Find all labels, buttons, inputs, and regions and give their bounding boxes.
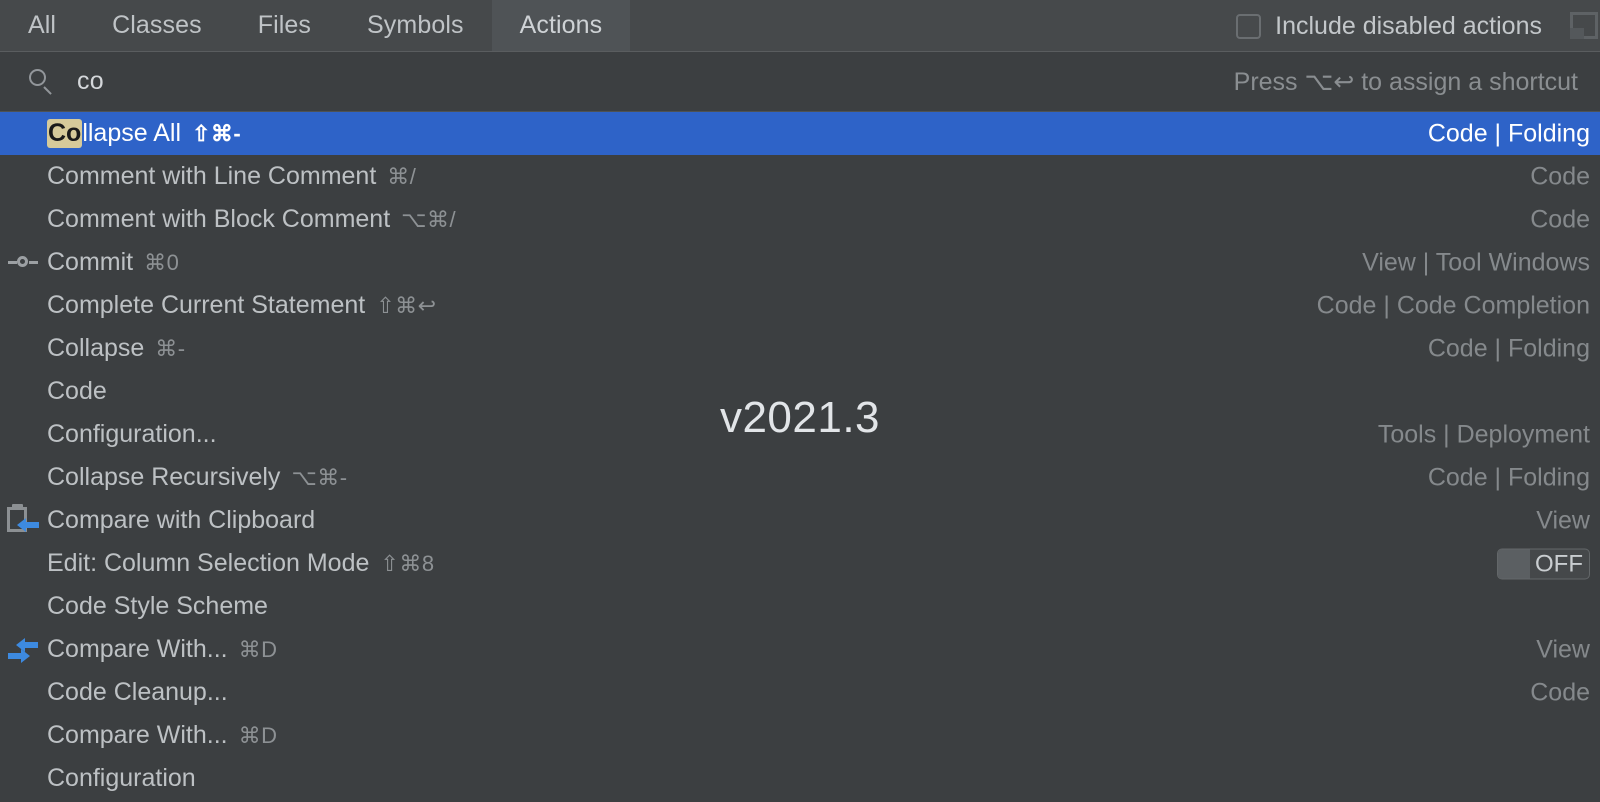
result-group-path: Code	[1530, 162, 1590, 190]
result-group-path: Code	[1530, 678, 1590, 706]
tab-all[interactable]: All	[0, 0, 84, 51]
result-label-text: Collapse Recursively	[47, 463, 281, 491]
result-label: Collapse Recursively ⌥⌘-	[47, 463, 348, 492]
result-label-text: Comment with Block Comment	[47, 205, 391, 233]
result-row[interactable]: Commit ⌘0 View | Tool Windows	[0, 241, 1600, 284]
commit-icon	[6, 248, 40, 278]
result-group-path: View	[1536, 635, 1590, 663]
result-label: Collapse ⌘-	[47, 334, 186, 363]
result-label: Compare With... ⌘D	[47, 721, 278, 750]
include-disabled-actions-checkbox[interactable]: Include disabled actions	[1236, 12, 1542, 41]
result-shortcut: ⌘D	[238, 637, 278, 662]
result-label-text: Compare With...	[47, 635, 228, 663]
result-row[interactable]: Edit: Column Selection Mode ⇧⌘8 OFF	[0, 542, 1600, 585]
tab-label: Actions	[519, 11, 603, 39]
result-label-text: Code Cleanup...	[47, 678, 228, 706]
result-shortcut: ⌘-	[155, 336, 186, 361]
result-row[interactable]: Collapse ⌘- Code | Folding	[0, 327, 1600, 370]
search-input[interactable]: co	[77, 67, 104, 96]
result-row[interactable]: Comment with Block Comment ⌥⌘/ Code	[0, 198, 1600, 241]
result-shortcut: ⌥⌘-	[291, 465, 348, 490]
result-shortcut: ⌘/	[387, 164, 417, 189]
result-row[interactable]: Code	[0, 370, 1600, 413]
result-group-path: View	[1536, 506, 1590, 534]
result-label: Comment with Line Comment ⌘/	[47, 162, 416, 191]
result-label-text: Compare With...	[47, 721, 228, 749]
result-label: Edit: Column Selection Mode ⇧⌘8	[47, 549, 435, 578]
tab-classes[interactable]: Classes	[84, 0, 230, 51]
tab-label: All	[28, 11, 57, 39]
tab-label: Classes	[112, 11, 202, 39]
tab-files[interactable]: Files	[230, 0, 339, 51]
result-label: Code	[47, 377, 107, 406]
include-disabled-actions-label: Include disabled actions	[1275, 11, 1542, 40]
search-bar[interactable]: co Press ⌥↩ to assign a shortcut	[0, 52, 1600, 112]
result-row[interactable]: Code Style Scheme	[0, 585, 1600, 628]
result-shortcut: ⇧⌘8	[380, 551, 435, 576]
toggle-state-label: OFF	[1535, 550, 1583, 577]
result-group-path: View | Tool Windows	[1362, 248, 1590, 276]
result-label-text: Commit	[47, 248, 134, 276]
tab-bar-actions: Include disabled actions	[1236, 0, 1600, 52]
match-highlight: Co	[47, 119, 83, 148]
result-group-path: Code | Folding	[1427, 119, 1590, 147]
result-shortcut: ⌘D	[238, 723, 278, 748]
result-label: Complete Current Statement ⇧⌘↩	[47, 291, 437, 320]
result-shortcut: ⌥⌘/	[401, 207, 457, 232]
result-row[interactable]: Configuration	[0, 757, 1600, 800]
result-group-path: Code | Folding	[1427, 463, 1590, 491]
result-label-text: Configuration	[47, 764, 196, 792]
tab-list: All Classes Files Symbols Actions	[0, 0, 631, 51]
toggle-knob	[1498, 549, 1530, 578]
result-row[interactable]: Comment with Line Comment ⌘/ Code	[0, 155, 1600, 198]
search-everywhere-popup: All Classes Files Symbols Actions Include di…	[0, 0, 1600, 802]
result-label-text: Code	[47, 377, 107, 405]
result-group-path: Code	[1530, 205, 1590, 233]
result-label-text: llapse All	[82, 119, 181, 147]
result-label-text: Complete Current Statement	[47, 291, 366, 319]
result-label-text: Edit: Column Selection Mode	[47, 549, 370, 577]
result-row[interactable]: Compare With... ⌘D View	[0, 628, 1600, 671]
tab-bar: All Classes Files Symbols Actions Include di…	[0, 0, 1600, 52]
result-shortcut: ⌘0	[144, 250, 180, 275]
result-label: Compare With... ⌘D	[47, 635, 278, 664]
tab-symbols[interactable]: Symbols	[339, 0, 492, 51]
checkbox-unchecked-icon[interactable]	[1236, 13, 1262, 39]
tab-actions[interactable]: Actions	[491, 0, 631, 51]
result-row[interactable]: Compare With... ⌘D	[0, 714, 1600, 757]
result-row[interactable]: Complete Current Statement ⇧⌘↩ Code | Code…	[0, 284, 1600, 327]
result-label-text: Configuration...	[47, 420, 217, 448]
result-group-path: Code | Code Completion	[1316, 291, 1590, 319]
result-toggle[interactable]: OFF	[1497, 548, 1590, 579]
result-label: Configuration	[47, 764, 196, 793]
result-label: Commit ⌘0	[47, 248, 179, 277]
result-label: Code Cleanup...	[47, 678, 228, 707]
result-label-text: Comment with Line Comment	[47, 162, 377, 190]
compare-with-clipboard-icon	[6, 503, 40, 536]
result-row[interactable]: Compare with Clipboard View	[0, 499, 1600, 542]
result-row[interactable]: Configuration... Tools | Deployment	[0, 413, 1600, 456]
result-label: Compare with Clipboard	[47, 506, 315, 535]
result-shortcut: ⇧⌘-	[192, 121, 242, 146]
result-group-path: Code | Folding	[1427, 334, 1590, 362]
result-label-text: Code Style Scheme	[47, 592, 268, 620]
result-row[interactable]: Code Cleanup... Code	[0, 671, 1600, 714]
result-row[interactable]: Co llapse All ⇧⌘- Code | Folding	[0, 112, 1600, 155]
results-list[interactable]: Co llapse All ⇧⌘- Code | Folding Comment wit…	[0, 112, 1600, 802]
result-label: Configuration...	[47, 420, 217, 449]
result-label-text: Compare with Clipboard	[47, 506, 316, 534]
shortcut-assign-hint: Press ⌥↩ to assign a shortcut	[1233, 67, 1578, 96]
result-label: Comment with Block Comment ⌥⌘/	[47, 205, 456, 234]
result-row[interactable]: Collapse Recursively ⌥⌘- Code | Folding	[0, 456, 1600, 499]
result-shortcut: ⇧⌘↩	[376, 293, 437, 318]
result-label: Co llapse All ⇧⌘-	[47, 119, 241, 148]
compare-icon	[6, 635, 40, 665]
preview-panel-icon[interactable]	[1568, 8, 1600, 44]
result-label-text: Collapse	[47, 334, 145, 362]
result-label: Code Style Scheme	[47, 592, 268, 621]
result-group-path: Tools | Deployment	[1377, 420, 1590, 448]
tab-label: Files	[257, 11, 312, 39]
tab-label: Symbols	[367, 11, 464, 39]
search-icon	[27, 68, 55, 96]
